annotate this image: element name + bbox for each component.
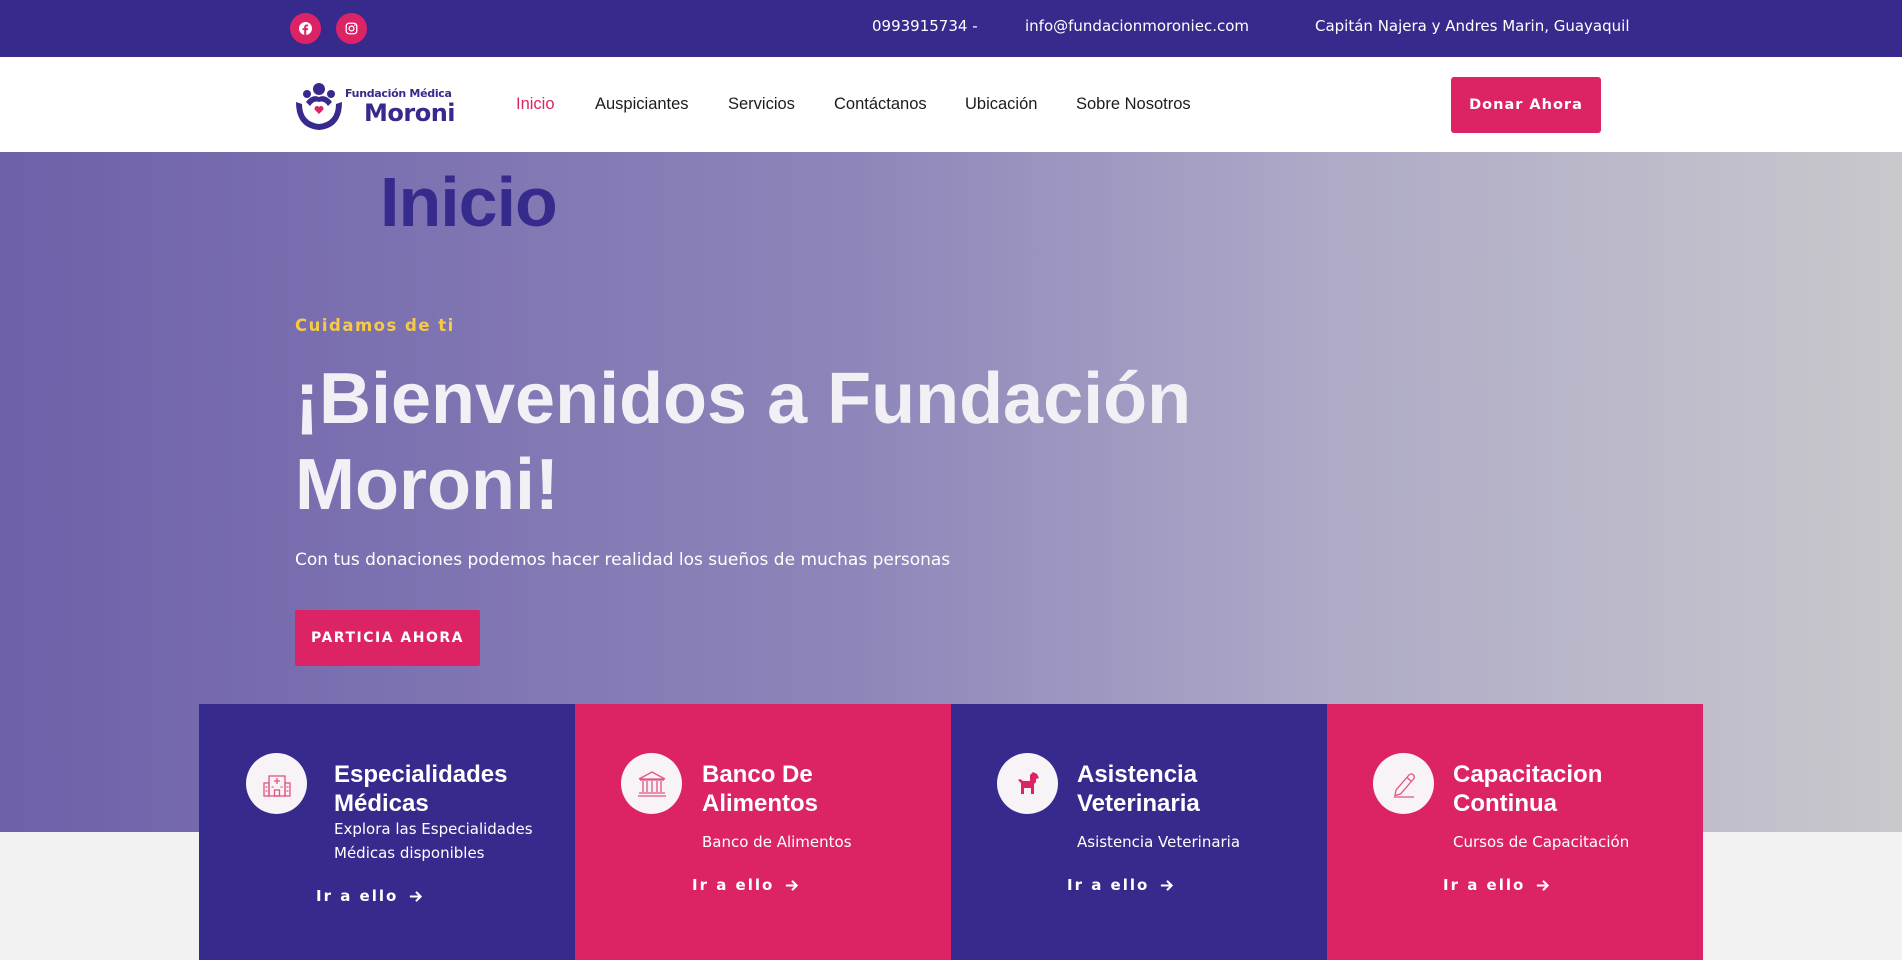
hero-subtitle: Con tus donaciones podemos hacer realida… — [295, 550, 951, 570]
arrow-right-icon — [1537, 879, 1550, 891]
card-link-label: Ir a ello — [1067, 876, 1150, 894]
card-link-veterinaria[interactable]: Ir a ello — [1067, 876, 1174, 894]
nav-item-servicios[interactable]: Servicios — [728, 95, 795, 114]
address-text: Capitán Najera y Andres Marin, Guayaquil — [1315, 17, 1630, 35]
card-link-label: Ir a ello — [1443, 876, 1526, 894]
card-title: Capacitacion Continua — [1453, 761, 1603, 817]
hero-tagline: Cuidamos de ti — [295, 316, 455, 335]
card-link-banco-alimentos[interactable]: Ir a ello — [692, 876, 799, 894]
card-title: Asistencia Veterinaria — [1077, 761, 1200, 817]
pencil-icon — [1373, 753, 1434, 814]
service-card-especialidades: Especialidades Médicas Explora las Espec… — [199, 704, 575, 960]
card-description: Asistencia Veterinaria — [1077, 833, 1241, 851]
card-title: Banco De Alimentos — [702, 761, 819, 817]
logo-line-2: Moroni — [364, 99, 456, 127]
bank-icon — [621, 753, 682, 814]
card-title: Especialidades Médicas — [334, 761, 508, 817]
hospital-icon — [246, 753, 307, 814]
nav-item-contactanos[interactable]: Contáctanos — [834, 95, 927, 114]
main-navbar: Fundación Médica Moroni Inicio Auspician… — [0, 57, 1902, 152]
nav-item-sobre-nosotros[interactable]: Sobre Nosotros — [1076, 95, 1191, 114]
service-card-banco-alimentos: Banco De Alimentos Banco de Alimentos Ir… — [575, 704, 951, 960]
card-link-capacitacion[interactable]: Ir a ello — [1443, 876, 1550, 894]
site-logo[interactable]: Fundación Médica Moroni — [292, 80, 456, 132]
hero-title: ¡Bienvenidos a Fundación Moroni! — [295, 359, 1192, 525]
instagram-button[interactable] — [336, 13, 367, 44]
page-title: Inicio — [380, 163, 558, 241]
instagram-icon — [345, 22, 358, 35]
service-card-veterinaria: Asistencia Veterinaria Asistencia Veteri… — [951, 704, 1327, 960]
card-link-especialidades[interactable]: Ir a ello — [316, 887, 423, 905]
dog-icon — [997, 753, 1058, 814]
phone-number[interactable]: 0993915734 - — [872, 17, 978, 35]
arrow-right-icon — [786, 879, 799, 891]
donate-button[interactable]: Donar Ahora — [1451, 77, 1601, 133]
nav-item-inicio[interactable]: Inicio — [516, 95, 555, 114]
arrow-right-icon — [410, 890, 423, 902]
service-card-capacitacion: Capacitacion Continua Cursos de Capacita… — [1327, 704, 1703, 960]
card-link-label: Ir a ello — [316, 887, 399, 905]
card-description: Banco de Alimentos — [702, 833, 852, 851]
nav-item-auspiciantes[interactable]: Auspiciantes — [595, 95, 689, 114]
top-bar: 0993915734 - info@fundacionmoroniec.com … — [0, 0, 1902, 57]
participate-button[interactable]: PARTICIA AHORA — [295, 610, 480, 666]
nav-item-ubicacion[interactable]: Ubicación — [965, 95, 1037, 114]
arrow-right-icon — [1161, 879, 1174, 891]
facebook-button[interactable] — [290, 13, 321, 44]
card-description: Cursos de Capacitación — [1453, 833, 1630, 851]
card-link-label: Ir a ello — [692, 876, 775, 894]
email-address[interactable]: info@fundacionmoroniec.com — [1025, 17, 1249, 35]
card-description: Explora las Especialidades Médicas dispo… — [334, 820, 533, 862]
logo-emblem-icon — [296, 83, 342, 130]
facebook-icon — [299, 22, 312, 35]
